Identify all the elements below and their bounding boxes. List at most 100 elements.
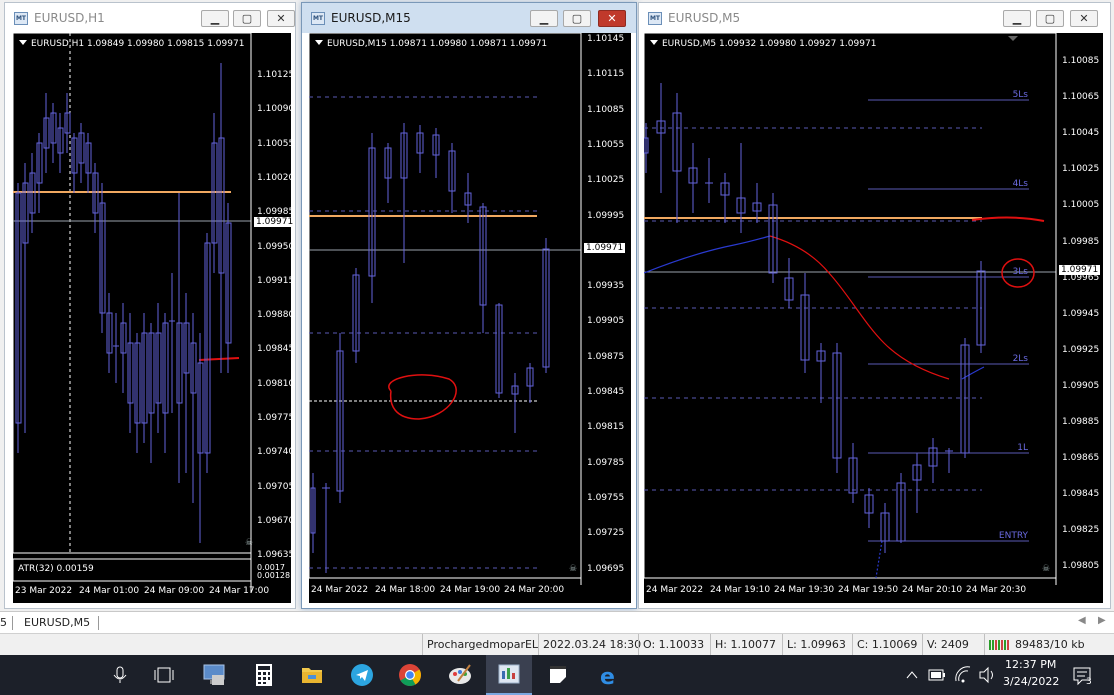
battery-icon[interactable] bbox=[926, 655, 948, 695]
window-title: EURUSD,M5 bbox=[668, 11, 741, 25]
time-tick-label: 24 Mar 19:30 bbox=[774, 585, 835, 595]
current-price-label: 1.09971 bbox=[254, 217, 296, 227]
price-chart-svg: ☠ bbox=[309, 33, 582, 585]
chart-header: EURUSD,M5 1.09932 1.09980 1.09927 1.0997… bbox=[650, 39, 876, 49]
current-price-label: 1.09971 bbox=[584, 243, 626, 253]
tab-partial[interactable]: 5 bbox=[0, 614, 7, 632]
close-button[interactable]: ✕ bbox=[267, 10, 295, 27]
status-traffic: 89483/10 kb bbox=[984, 634, 1114, 656]
maximize-button[interactable]: ▢ bbox=[1036, 10, 1064, 27]
chrome-icon[interactable] bbox=[394, 655, 426, 695]
minimize-button[interactable]: ▁ bbox=[530, 10, 558, 27]
window-title: EURUSD,H1 bbox=[34, 11, 105, 25]
price-chart-svg: ☠ bbox=[13, 33, 253, 593]
skull-icon: ☠ bbox=[1042, 564, 1050, 574]
chart-canvas[interactable]: ☠ EURUSD,M5 1.09932 1.09980 1.09927 1.09… bbox=[644, 33, 1103, 603]
price-tick-label: 1.09880 bbox=[257, 310, 295, 321]
chart-window-h1[interactable]: MT EURUSD,H1 ▁ ▢ ✕ ☠ EURUSD,H1 1.09849 1… bbox=[4, 2, 296, 609]
edge-icon[interactable]: e bbox=[592, 655, 624, 695]
status-open: O: 1.10033 bbox=[638, 634, 710, 656]
indicator-label: ATR(32) 0.00159 bbox=[18, 564, 94, 574]
level-label: 4Ls bbox=[1012, 179, 1028, 189]
clock-date[interactable]: 3/24/2022 bbox=[1003, 675, 1059, 688]
price-tick-label: 1.09775 bbox=[257, 413, 295, 423]
maximize-button[interactable]: ▢ bbox=[563, 10, 591, 27]
price-tick-label: 1.09925 bbox=[1062, 344, 1100, 355]
price-tick-label: 1.10085 bbox=[1062, 56, 1100, 66]
price-tick-label: 1.09995 bbox=[587, 210, 625, 221]
notification-count: 3 bbox=[1086, 677, 1092, 687]
status-bar: ProchargedmoparEL 2022.03.24 18:30 O: 1.… bbox=[0, 633, 1114, 656]
chart-header: EURUSD,H1 1.09849 1.09980 1.09815 1.0997… bbox=[19, 39, 244, 49]
time-tick-label: 24 Mar 17:00 bbox=[209, 586, 270, 596]
chart-header: EURUSD,M15 1.09871 1.09980 1.09871 1.099… bbox=[315, 39, 547, 49]
chart-window-m15[interactable]: MT EURUSD,M15 ▁ ▢ ✕ ☠ EURUSD,M15 1.09871… bbox=[301, 2, 637, 609]
price-tick-label: 1.10145 bbox=[587, 34, 625, 44]
sticky-notes-icon[interactable] bbox=[542, 655, 574, 695]
time-tick-label: 24 Mar 20:30 bbox=[966, 585, 1027, 595]
metatrader-taskbar-icon[interactable] bbox=[486, 655, 532, 695]
price-tick-label: 1.09905 bbox=[587, 316, 625, 327]
task-view-icon[interactable] bbox=[148, 655, 180, 695]
level-label: 1L bbox=[1017, 443, 1028, 453]
chart-window-m5[interactable]: MT EURUSD,M5 ▁ ▢ ✕ ☠ EURUSD,M5 1.09932 1… bbox=[638, 2, 1111, 609]
window-titlebar[interactable]: MT EURUSD,M15 ▁ ▢ ✕ bbox=[302, 3, 636, 33]
time-tick-label: 24 Mar 20:10 bbox=[902, 585, 963, 595]
price-tick-label: 1.09865 bbox=[1062, 453, 1100, 464]
chart-canvas[interactable]: ☠ EURUSD,M15 1.09871 1.09980 1.09871 1.0… bbox=[309, 33, 631, 603]
close-button[interactable]: ✕ bbox=[598, 10, 626, 27]
price-tick-label: 1.09810 bbox=[257, 378, 295, 389]
window-titlebar[interactable]: MT EURUSD,H1 ▁ ▢ ✕ bbox=[5, 3, 295, 33]
window-title: EURUSD,M15 bbox=[331, 11, 411, 25]
connection-bars-icon bbox=[989, 640, 1009, 650]
close-button[interactable]: ✕ bbox=[1070, 10, 1098, 27]
time-tick-label: 24 Mar 2022 bbox=[646, 585, 704, 595]
price-tick-label: 1.09935 bbox=[587, 281, 625, 292]
tab-scroll-left-icon[interactable]: ◀ bbox=[1078, 615, 1086, 626]
price-tick-label: 1.09815 bbox=[587, 422, 625, 433]
tab-eurusd-m5[interactable]: EURUSD,M5 bbox=[24, 614, 90, 632]
status-close: C: 1.10069 bbox=[852, 634, 922, 656]
maximize-button[interactable]: ▢ bbox=[233, 10, 261, 27]
chart-tab-bar: 5 EURUSD,M5 ◀ ▶ bbox=[0, 611, 1114, 633]
price-tick-label: 1.09740 bbox=[257, 447, 295, 458]
file-explorer-icon[interactable] bbox=[296, 655, 328, 695]
minimize-button[interactable]: ▁ bbox=[201, 10, 229, 27]
microphone-icon[interactable] bbox=[104, 655, 136, 695]
price-tick-label: 1.10055 bbox=[587, 139, 625, 150]
status-high: H: 1.10077 bbox=[710, 634, 782, 656]
price-tick-label: 1.10055 bbox=[257, 138, 295, 149]
time-tick-label: 24 Mar 2022 bbox=[311, 585, 369, 595]
level-label: 2Ls bbox=[1012, 354, 1028, 364]
price-tick-label: 1.09985 bbox=[1062, 236, 1100, 247]
time-tick-label: 24 Mar 09:00 bbox=[144, 586, 205, 596]
minimize-button[interactable]: ▁ bbox=[1003, 10, 1031, 27]
paint-icon[interactable] bbox=[444, 655, 476, 695]
price-tick-label: 1.09845 bbox=[587, 387, 625, 397]
notification-center-icon[interactable] bbox=[1068, 655, 1098, 695]
level-label: 5Ls bbox=[1012, 90, 1028, 100]
skull-icon: ☠ bbox=[245, 538, 253, 548]
window-titlebar[interactable]: MT EURUSD,M5 ▁ ▢ ✕ bbox=[639, 3, 1110, 33]
tab-scroll-right-icon[interactable]: ▶ bbox=[1098, 615, 1106, 626]
computer-icon[interactable] bbox=[198, 655, 230, 695]
telegram-icon[interactable] bbox=[346, 655, 378, 695]
tab-separator bbox=[12, 616, 13, 630]
clock-time[interactable]: 12:37 PM bbox=[1005, 658, 1056, 671]
status-profile: ProchargedmoparEL bbox=[422, 634, 538, 656]
status-traffic-text: 89483/10 kb bbox=[1015, 638, 1085, 651]
price-tick-label: 1.09950 bbox=[257, 241, 295, 252]
price-chart-svg: ☠ bbox=[644, 33, 1057, 585]
current-price-label: 1.09971 bbox=[1059, 265, 1101, 275]
wifi-icon[interactable] bbox=[952, 655, 974, 695]
volume-icon[interactable] bbox=[976, 655, 998, 695]
level-label: 3Ls bbox=[1012, 267, 1028, 277]
chart-canvas[interactable]: ☠ EURUSD,H1 1.09849 1.09980 1.09815 1.09… bbox=[13, 33, 296, 603]
price-tick-label: 1.09705 bbox=[257, 481, 295, 492]
price-tick-label: 1.09915 bbox=[257, 275, 295, 286]
tray-chevron-icon[interactable] bbox=[902, 655, 922, 695]
time-tick-label: 24 Mar 01:00 bbox=[79, 586, 140, 596]
time-tick-label: 23 Mar 2022 bbox=[15, 586, 73, 596]
price-tick-label: 1.09845 bbox=[257, 344, 295, 355]
calculator-icon[interactable] bbox=[248, 655, 280, 695]
